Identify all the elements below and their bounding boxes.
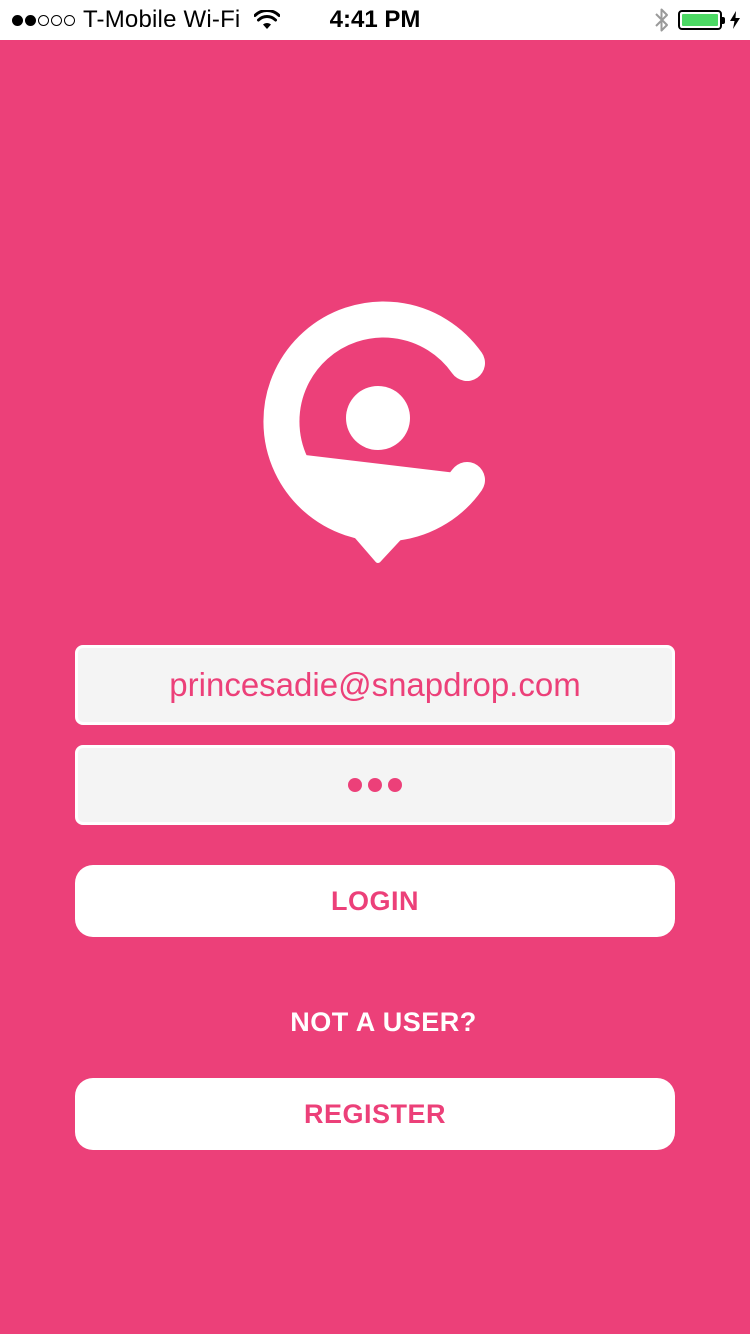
not-a-user-label: NOT A USER? bbox=[290, 1007, 477, 1037]
status-bar: T-Mobile Wi-Fi 4:41 PM bbox=[0, 0, 750, 40]
location-pin-c-logo-icon bbox=[263, 301, 485, 563]
password-masked-value[interactable] bbox=[348, 778, 402, 792]
charging-bolt-icon bbox=[730, 11, 740, 29]
password-field[interactable] bbox=[75, 745, 675, 825]
status-time: 4:41 PM bbox=[329, 6, 421, 33]
battery-fill bbox=[682, 14, 718, 26]
register-button[interactable]: REGISTER bbox=[75, 1078, 675, 1150]
battery-icon bbox=[678, 10, 725, 30]
login-button[interactable]: LOGIN bbox=[75, 865, 675, 937]
status-right bbox=[654, 0, 740, 40]
bluetooth-icon bbox=[655, 8, 668, 32]
email-field[interactable] bbox=[75, 645, 675, 725]
password-mask-dot bbox=[388, 778, 402, 792]
password-mask-dot bbox=[348, 778, 362, 792]
password-mask-dot bbox=[368, 778, 382, 792]
email-input[interactable] bbox=[78, 647, 672, 723]
